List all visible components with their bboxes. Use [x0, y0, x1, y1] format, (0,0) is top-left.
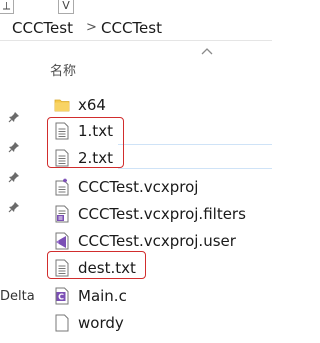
file-name: wordy — [78, 314, 124, 332]
pin-icon[interactable] — [8, 201, 20, 213]
highlight-box — [47, 251, 146, 279]
breadcrumb-item-1[interactable]: CCCTest — [12, 18, 73, 38]
window-tab-left[interactable]: ⟂ — [0, 0, 14, 14]
highlight-box — [47, 117, 124, 168]
list-item-file[interactable]: CCCTest.vcxproj — [48, 174, 272, 200]
list-item-file[interactable]: C Main.c — [48, 283, 272, 309]
vcxproj-file-icon — [55, 178, 69, 196]
blank-file-icon — [55, 314, 69, 332]
list-item-folder[interactable]: x64 — [48, 92, 272, 118]
pin-icon[interactable] — [8, 171, 20, 183]
c-source-file-icon: C — [55, 287, 69, 305]
file-name: Main.c — [78, 287, 127, 305]
list-item-file[interactable]: wordy — [48, 310, 272, 336]
pin-icon[interactable] — [8, 111, 20, 123]
breadcrumb-separator[interactable]: > — [86, 18, 97, 38]
navigation-pane: Delta — [0, 41, 35, 343]
address-bar: ⟂ V CCCTest > CCCTest — [0, 0, 272, 41]
column-header-name[interactable]: 名称 — [50, 60, 76, 79]
svg-text:C: C — [58, 292, 64, 301]
file-name: x64 — [78, 96, 106, 114]
list-item-file[interactable]: CCCTest.vcxproj.filters — [48, 201, 272, 227]
file-name: CCCTest.vcxproj.filters — [78, 205, 246, 223]
folder-icon — [54, 99, 70, 112]
dropdown-tab[interactable]: V — [58, 0, 74, 14]
vs-user-file-icon — [55, 232, 69, 250]
nav-item-truncated[interactable]: Delta — [0, 289, 35, 304]
sort-ascending-icon[interactable] — [201, 46, 213, 56]
pin-icon[interactable] — [8, 141, 20, 153]
file-name: CCCTest.vcxproj — [78, 178, 199, 196]
breadcrumb-item-2[interactable]: CCCTest — [101, 18, 162, 38]
file-name: CCCTest.vcxproj.user — [78, 232, 236, 250]
filters-file-icon — [55, 205, 69, 223]
